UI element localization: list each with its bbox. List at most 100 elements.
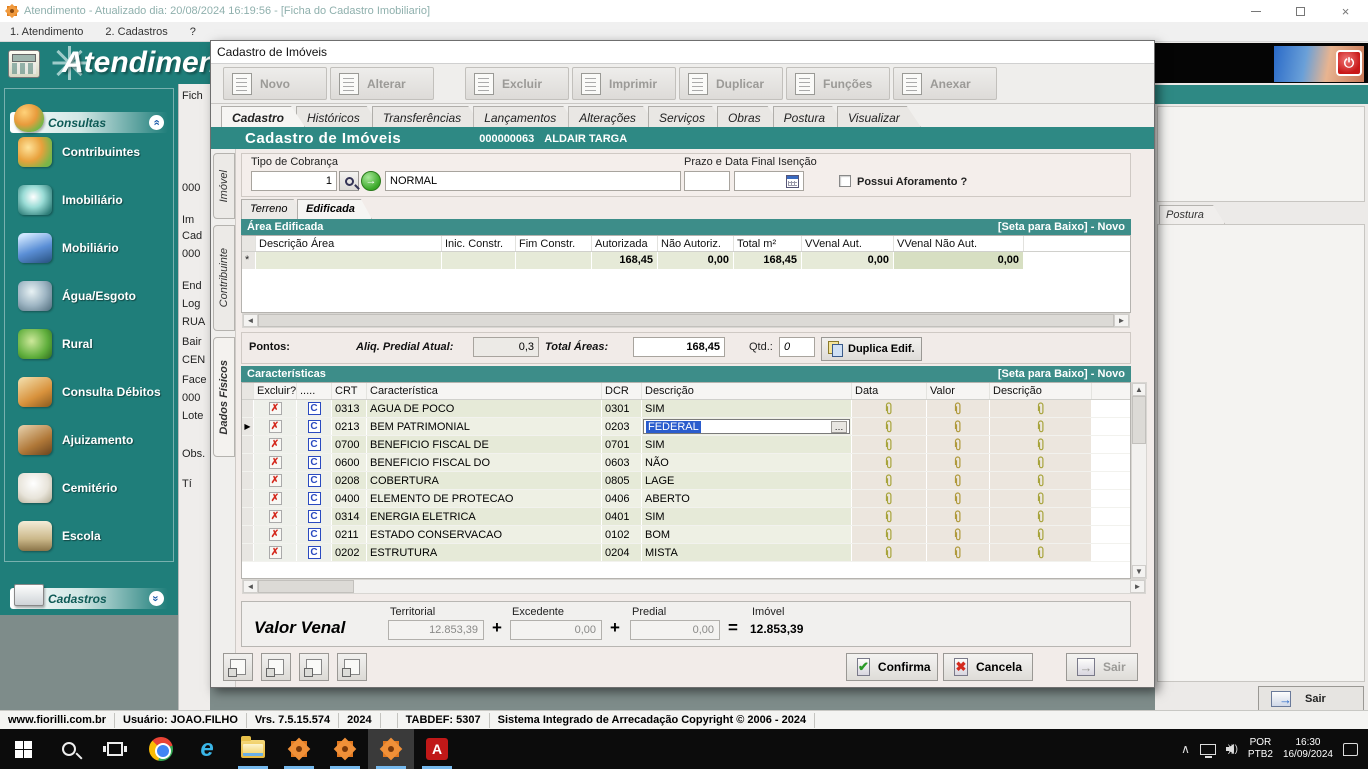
crt-cell[interactable]: 0208: [332, 472, 367, 489]
area-edificada-grid[interactable]: Descrição Área Inic. Constr. Fim Constr.…: [241, 235, 1131, 313]
sidebar-item[interactable]: Água/Esgoto: [18, 276, 168, 316]
valor-cell[interactable]: [927, 544, 990, 561]
delete-icon[interactable]: ✗: [269, 402, 282, 415]
delete-row-cell[interactable]: ✗: [254, 418, 297, 435]
table-row[interactable]: ✗ C 0202 ESTRUTURA 0204 MISTA MISTA …: [242, 544, 1130, 562]
delete-row-cell[interactable]: ✗: [254, 526, 297, 543]
table-row[interactable]: ✗ C 0313 AGUA DE POCO 0301 SIM SIM …: [242, 400, 1130, 418]
descricao2-cell[interactable]: [990, 400, 1092, 417]
refresh-button[interactable]: →: [361, 171, 381, 191]
descricao-cell[interactable]: FEDERAL FEDERAL …: [642, 418, 852, 435]
descricao-cell[interactable]: SIM SIM …: [642, 400, 852, 417]
valor-cell[interactable]: [927, 472, 990, 489]
caracteristica-cell[interactable]: BENEFICIO FISCAL DE: [367, 436, 602, 453]
aliq-field[interactable]: 0,3: [473, 337, 539, 357]
power-button-icon[interactable]: ⏻: [1336, 50, 1362, 76]
cobranca-code-input[interactable]: 1: [251, 171, 337, 191]
caracteristica-cell[interactable]: ENERGIA ELETRICA: [367, 508, 602, 525]
menu-item[interactable]: ?: [190, 26, 196, 38]
caracteristica-cell[interactable]: COBERTURA: [367, 472, 602, 489]
data-cell[interactable]: [852, 400, 927, 417]
dcr-cell[interactable]: 0805: [602, 472, 642, 489]
sidebar-group-cadastros[interactable]: Cadastros «: [10, 588, 168, 609]
caracteristicas-vertical-scrollbar[interactable]: ▲▼: [1131, 382, 1147, 579]
clock[interactable]: 16:3016/09/2024: [1283, 737, 1333, 761]
chrome-taskbar-icon[interactable]: [138, 729, 184, 769]
descricao2-cell[interactable]: [990, 472, 1092, 489]
delete-row-cell[interactable]: ✗: [254, 454, 297, 471]
dialog-tab[interactable]: Lançamentos: [473, 106, 577, 127]
delete-row-cell[interactable]: ✗: [254, 490, 297, 507]
taskbar-search-button[interactable]: [46, 729, 92, 769]
duplica-edif-button[interactable]: Duplica Edif.: [821, 337, 922, 361]
dcr-cell[interactable]: 0203: [602, 418, 642, 435]
table-row[interactable]: ✗ C 0213 BEM PATRIMONIAL 0203 FEDERAL FE…: [242, 418, 1130, 436]
start-button[interactable]: [0, 729, 46, 769]
crt-cell[interactable]: 0202: [332, 544, 367, 561]
subtab-edificada[interactable]: Edificada: [297, 199, 372, 219]
record-first-button[interactable]: [223, 653, 253, 681]
valor-cell[interactable]: [927, 490, 990, 507]
table-row[interactable]: ✗ C 0600 BENEFICIO FISCAL DO 0603 NÃO NÃ…: [242, 454, 1130, 472]
valor-cell[interactable]: [927, 526, 990, 543]
table-row[interactable]: ✗ C 0400 ELEMENTO DE PROTECAO 0406 ABERT…: [242, 490, 1130, 508]
network-icon[interactable]: [1200, 744, 1216, 755]
dialog-tab[interactable]: Cadastro: [221, 106, 305, 127]
delete-icon[interactable]: ✗: [269, 420, 282, 433]
language-indicator[interactable]: PORPTB2: [1248, 737, 1273, 761]
delete-row-cell[interactable]: ✗: [254, 508, 297, 525]
caracteristica-cell[interactable]: BEM PATRIMONIAL: [367, 418, 602, 435]
delete-row-cell[interactable]: ✗: [254, 400, 297, 417]
maximize-button[interactable]: [1278, 0, 1323, 22]
valor-cell[interactable]: [927, 508, 990, 525]
delete-icon[interactable]: ✗: [269, 510, 282, 523]
toolbar-button[interactable]: Imprimir: [572, 67, 676, 100]
background-sair-button[interactable]: Sair: [1258, 686, 1364, 712]
toolbar-button[interactable]: Excluir: [465, 67, 569, 100]
descricao2-cell[interactable]: [990, 544, 1092, 561]
menu-item[interactable]: 2. Cadastros: [105, 26, 167, 38]
data-cell[interactable]: [852, 544, 927, 561]
record-last-button[interactable]: [337, 653, 367, 681]
crt-cell[interactable]: 0313: [332, 400, 367, 417]
descricao2-cell[interactable]: [990, 454, 1092, 471]
descricao-cell[interactable]: NÃO NÃO …: [642, 454, 852, 471]
sidebar-group-consultas[interactable]: Consultas «: [10, 112, 168, 133]
sidebar-item[interactable]: Imobiliário: [18, 180, 168, 220]
background-tab-postura[interactable]: Postura: [1159, 205, 1225, 224]
internet-explorer-taskbar-icon[interactable]: e: [184, 729, 230, 769]
sidebar-item[interactable]: Escola: [18, 516, 168, 556]
area-horizontal-scrollbar[interactable]: ◄►: [242, 313, 1130, 328]
volume-icon[interactable]: ))): [1226, 744, 1238, 755]
total-areas-field[interactable]: 168,45: [633, 337, 725, 357]
delete-icon[interactable]: ✗: [269, 456, 282, 469]
dcr-cell[interactable]: 0401: [602, 508, 642, 525]
valor-cell[interactable]: [927, 418, 990, 435]
table-row[interactable]: ✗ C 0208 COBERTURA 0805 LAGE LAGE …: [242, 472, 1130, 490]
dialog-tab[interactable]: Alterações: [568, 106, 657, 127]
adobe-reader-taskbar-icon[interactable]: A: [414, 729, 460, 769]
fiorilli-app-taskbar-icon[interactable]: [322, 729, 368, 769]
sair-button[interactable]: → Sair: [1066, 653, 1138, 681]
fiorilli-app-taskbar-icon-active[interactable]: [368, 729, 414, 769]
data-cell[interactable]: [852, 526, 927, 543]
crt-cell[interactable]: 0400: [332, 490, 367, 507]
dialog-tab[interactable]: Visualizar: [837, 106, 921, 127]
table-row[interactable]: ✗ C 0700 BENEFICIO FISCAL DE 0701 SIM SI…: [242, 436, 1130, 454]
delete-row-cell[interactable]: ✗: [254, 472, 297, 489]
descricao2-cell[interactable]: [990, 526, 1092, 543]
toolbar-button[interactable]: Anexar: [893, 67, 997, 100]
data-cell[interactable]: [852, 436, 927, 453]
descricao-cell[interactable]: SIM SIM …: [642, 508, 852, 525]
confirma-button[interactable]: ✔ Confirma: [846, 653, 938, 681]
delete-icon[interactable]: ✗: [269, 546, 282, 559]
crt-cell[interactable]: 0211: [332, 526, 367, 543]
chevron-up-icon[interactable]: «: [149, 115, 164, 130]
caracteristica-cell[interactable]: ESTADO CONSERVACAO: [367, 526, 602, 543]
caracteristica-cell[interactable]: AGUA DE POCO: [367, 400, 602, 417]
descricao2-cell[interactable]: [990, 418, 1092, 435]
cancela-button[interactable]: ✖ Cancela: [943, 653, 1033, 681]
descricao-cell[interactable]: ABERTO ABERTO …: [642, 490, 852, 507]
delete-row-cell[interactable]: ✗: [254, 436, 297, 453]
caracteristicas-grid[interactable]: Excluir? ..... CRT Característica DCR De…: [241, 382, 1131, 579]
